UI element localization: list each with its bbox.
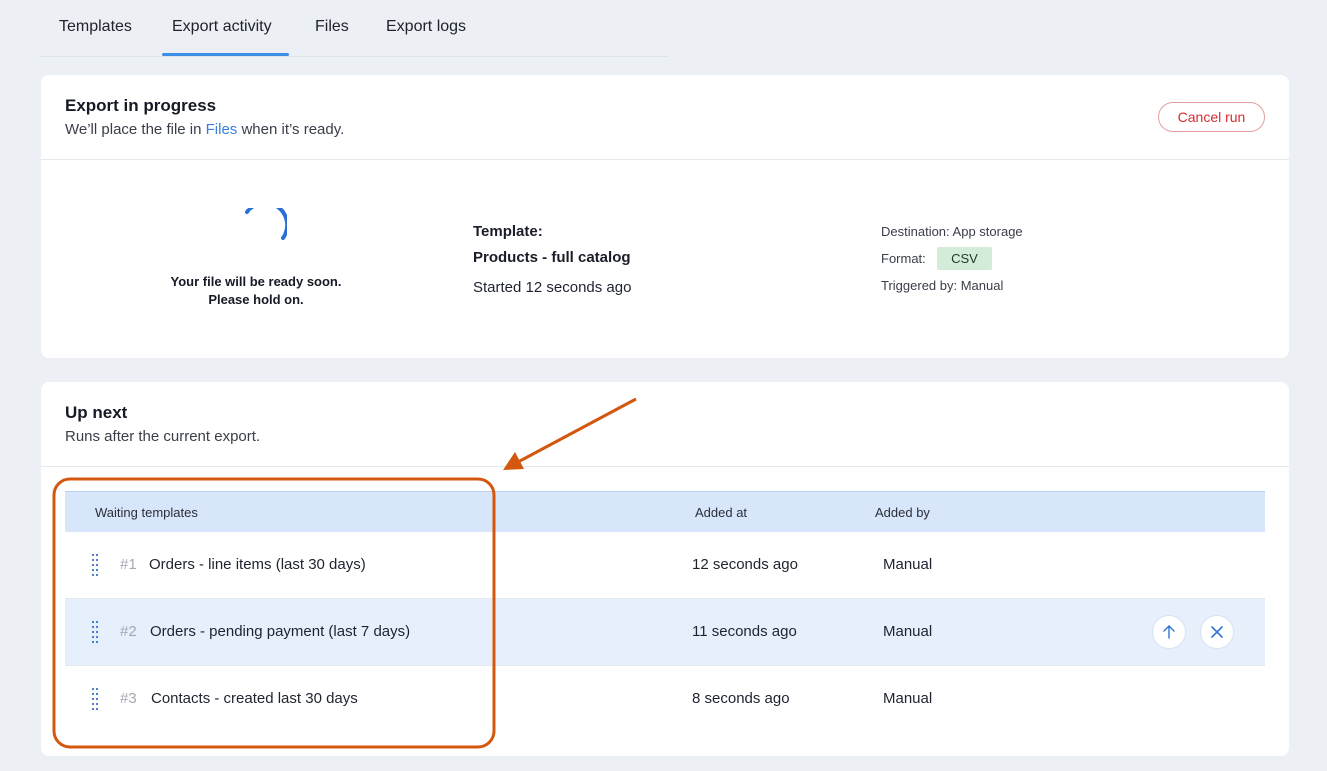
up-next-card: Up next Runs after the current export. W…: [41, 382, 1289, 756]
export-progress-title: Export in progress: [65, 96, 217, 115]
row-index: #2: [120, 623, 137, 640]
cancel-run-button[interactable]: Cancel run: [1158, 102, 1265, 132]
row-added-at: 11 seconds ago: [692, 623, 797, 640]
ready-line-2: Please hold on.: [208, 292, 304, 307]
table-row[interactable]: #2 Orders - pending payment (last 7 days…: [65, 599, 1265, 666]
row-added-at: 8 seconds ago: [692, 690, 790, 707]
triggered-by-text: Triggered by: Manual: [881, 278, 1004, 293]
close-icon: [1211, 626, 1223, 638]
table-row[interactable]: #1 Orders - line items (last 30 days) 12…: [65, 532, 1265, 599]
row-index: #1: [120, 556, 137, 573]
table-row[interactable]: #3 Contacts - created last 30 days 8 sec…: [65, 666, 1265, 732]
tab-templates[interactable]: Templates: [59, 18, 132, 36]
export-progress-subtitle: We’ll place the file in Files when it’s …: [65, 121, 344, 138]
loading-spinner-icon: [245, 208, 287, 240]
column-waiting-templates: Waiting templates: [95, 505, 198, 520]
row-template-name: Orders - pending payment (last 7 days): [150, 623, 411, 640]
row-template-name: Orders - line items (last 30 days): [149, 556, 366, 573]
up-next-title: Up next: [65, 403, 128, 422]
subtitle-prefix: We’ll place the file in: [65, 121, 206, 138]
card-divider: [41, 159, 1289, 160]
export-in-progress-card: Export in progress We’ll place the file …: [41, 75, 1289, 358]
started-time: Started 12 seconds ago: [473, 279, 632, 296]
row-added-by: Manual: [883, 556, 933, 573]
drag-handle-icon[interactable]: [91, 620, 99, 644]
tab-export-logs[interactable]: Export logs: [386, 18, 466, 36]
arrow-up-icon: [1163, 625, 1175, 639]
active-tab-indicator: [162, 53, 289, 56]
card-divider: [41, 466, 1289, 467]
table-header: Waiting templates Added at Added by: [65, 491, 1265, 532]
row-added-by: Manual: [883, 690, 933, 707]
row-added-at: 12 seconds ago: [692, 556, 798, 573]
files-link[interactable]: Files: [206, 121, 238, 138]
drag-handle-icon[interactable]: [91, 687, 99, 711]
up-next-subtitle: Runs after the current export.: [65, 428, 261, 445]
tab-export-activity[interactable]: Export activity: [172, 18, 272, 36]
template-label: Template:: [473, 223, 543, 240]
tab-bar: Templates Export activity Files Export l…: [40, 0, 668, 57]
row-template-name: Contacts - created last 30 days: [151, 690, 358, 707]
tab-files[interactable]: Files: [315, 18, 349, 36]
remove-button[interactable]: [1200, 615, 1234, 649]
column-added-at: Added at: [695, 505, 748, 520]
row-added-by: Manual: [883, 623, 933, 640]
drag-handle-icon[interactable]: [91, 553, 99, 577]
template-name: Products - full catalog: [473, 249, 631, 266]
row-index: #3: [120, 690, 137, 707]
move-up-button[interactable]: [1152, 615, 1186, 649]
subtitle-suffix: when it’s ready.: [237, 121, 345, 138]
ready-line-1: Your file will be ready soon.: [170, 274, 342, 289]
format-badge: CSV: [937, 247, 992, 270]
ready-message: Your file will be ready soon. Please hol…: [146, 273, 366, 309]
destination-text: Destination: App storage: [881, 224, 1023, 239]
format-label: Format:: [881, 251, 926, 266]
column-added-by: Added by: [875, 505, 930, 520]
